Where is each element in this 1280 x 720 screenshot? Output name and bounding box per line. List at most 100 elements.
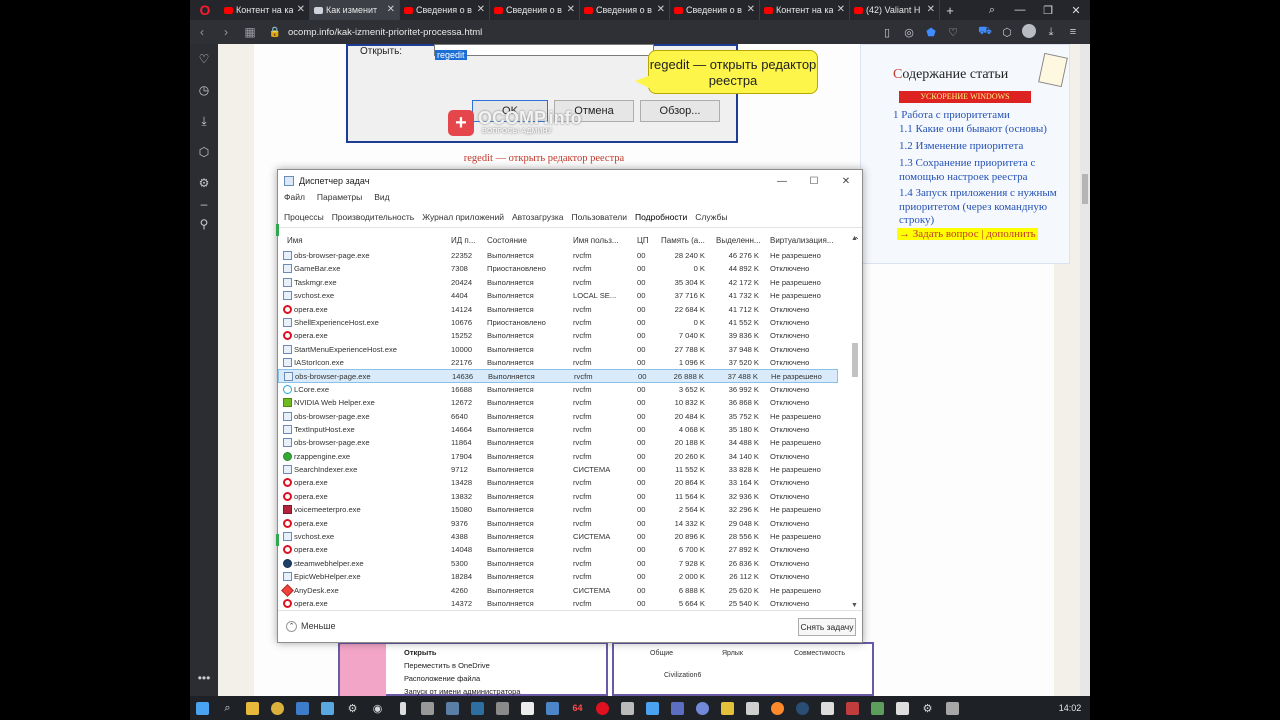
maximize-button[interactable]: ☐	[798, 176, 830, 187]
table-row[interactable]: obs-browser-page.exe 6640 Выполняется rvcfm…	[278, 410, 838, 423]
close-tab-icon[interactable]: ✕	[477, 4, 485, 15]
app-icon[interactable]	[465, 696, 490, 720]
app-icon[interactable]	[890, 696, 915, 720]
download-icon[interactable]: ⤓	[1040, 26, 1062, 39]
browser-tab[interactable]: (42) Valiant H ✕	[850, 0, 940, 20]
tab[interactable]: Журнал приложений	[422, 212, 504, 222]
ask-question-link[interactable]: → Задать вопрос | дополнить	[897, 228, 1038, 240]
back-button[interactable]: ‹	[190, 25, 214, 39]
gear-icon[interactable]: ⚙	[190, 168, 218, 199]
app-icon[interactable]	[715, 696, 740, 720]
opera-menu-icon[interactable]: O	[190, 0, 220, 20]
table-row[interactable]: obs-browser-page.exe 11864 Выполняется rvcf…	[278, 436, 838, 449]
profile-icon[interactable]	[1018, 23, 1040, 41]
toc-item-1-1[interactable]: 1.1 Какие они бывают (основы)	[899, 123, 1047, 137]
table-row[interactable]: steamwebhelper.exe 5300 Выполняется rvcfm 00…	[278, 557, 838, 570]
table-row[interactable]: GameBar.exe 7308 Приостановлено rvcfm 00 0 K 4…	[278, 262, 838, 275]
box-icon[interactable]: ⬡	[996, 26, 1018, 39]
task-manager-titlebar[interactable]: Диспетчер задач — ☐ ✕	[278, 170, 862, 192]
download-icon[interactable]: ⤓	[190, 106, 218, 137]
more-icon[interactable]: •••	[190, 663, 218, 694]
table-row[interactable]: IAStorIcon.exe 22176 Выполняется rvcfm 00 1 0…	[278, 356, 838, 369]
app-icon[interactable]	[740, 696, 765, 720]
column-header[interactable]: Память (а...	[661, 236, 705, 245]
table-row[interactable]: opera.exe 14372 Выполняется rvcfm 00 5 664 K 2…	[278, 597, 838, 609]
table-row[interactable]: opera.exe 9376 Выполняется rvcfm 00 14 332 K 2…	[278, 517, 838, 530]
table-row[interactable]: SearchIndexer.exe 9712 Выполняется СИСТЕМА 0…	[278, 463, 838, 476]
start-button[interactable]	[190, 696, 215, 720]
file-explorer-icon[interactable]	[240, 696, 265, 720]
tab[interactable]: Процессы	[284, 212, 324, 222]
app-icon[interactable]	[840, 696, 865, 720]
tab[interactable]: Службы	[695, 212, 727, 222]
table-row[interactable]: rzappengine.exe 17904 Выполняется rvcfm 00 20…	[278, 450, 838, 463]
scroll-down-icon[interactable]: ▼	[851, 602, 858, 609]
scroll-up-icon[interactable]: ▲	[851, 235, 858, 242]
table-row[interactable]: svchost.exe 4388 Выполняется СИСТЕМА 00 20 89…	[278, 530, 838, 543]
tab[interactable]: Автозагрузка	[512, 212, 564, 222]
tab[interactable]: Пользователи	[572, 212, 627, 222]
close-tab-icon[interactable]: ✕	[927, 4, 935, 15]
menu-item[interactable]: Файл	[284, 192, 305, 206]
toc-banner[interactable]: УСКОРЕНИЕ WINDOWS	[899, 91, 1031, 103]
toc-item-1-2[interactable]: 1.2 Изменение приоритета	[899, 140, 1023, 154]
app-icon[interactable]	[615, 696, 640, 720]
column-header[interactable]: ЦП	[637, 236, 649, 245]
close-window-button[interactable]: ✕	[1062, 4, 1090, 17]
table-row[interactable]: opera.exe 15252 Выполняется rvcfm 00 7 040 K 3…	[278, 329, 838, 342]
steam-icon[interactable]	[790, 696, 815, 720]
column-header[interactable]: ИД п...	[451, 236, 475, 245]
task-manager-icon[interactable]	[440, 696, 465, 720]
table-row[interactable]: opera.exe 13832 Выполняется rvcfm 00 11 564 K…	[278, 490, 838, 503]
heart-icon[interactable]: ♡	[942, 26, 964, 39]
close-button[interactable]: ✕	[830, 176, 862, 187]
close-tab-icon[interactable]: ✕	[747, 4, 755, 15]
location-pin-icon[interactable]: ⚲	[190, 209, 218, 240]
process-list-scrollbar[interactable]: ▲ ▼	[850, 233, 860, 609]
app-icon[interactable]	[290, 696, 315, 720]
minimize-button[interactable]: —	[766, 176, 798, 187]
app-icon[interactable]	[815, 696, 840, 720]
column-header[interactable]: Состояние	[487, 236, 527, 245]
app-icon[interactable]	[665, 696, 690, 720]
app-icon[interactable]	[390, 696, 415, 720]
menu-item[interactable]: Вид	[374, 192, 389, 206]
table-row[interactable]: ShellExperienceHost.exe 10676 Приостановле…	[278, 316, 838, 329]
tab[interactable]: Производительность	[332, 212, 415, 222]
minimize-button[interactable]: —	[1006, 4, 1034, 16]
table-row[interactable]: voicemeeterpro.exe 15080 Выполняется rvcfm 0…	[278, 503, 838, 516]
table-row[interactable]: opera.exe 14048 Выполняется rvcfm 00 6 700 K 2…	[278, 543, 838, 556]
history-icon[interactable]: ◷	[190, 75, 218, 106]
forward-button[interactable]: ›	[214, 25, 238, 39]
app-icon[interactable]	[940, 696, 965, 720]
table-row[interactable]: Taskmgr.exe 20424 Выполняется rvcfm 00 35 304…	[278, 276, 838, 289]
cart-icon[interactable]: ⛟	[974, 25, 996, 39]
discord-icon[interactable]	[690, 696, 715, 720]
badge-icon[interactable]: 64	[565, 696, 590, 720]
close-tab-icon[interactable]: ✕	[387, 4, 395, 15]
settings-icon[interactable]: ⚙	[340, 696, 365, 720]
table-row[interactable]: obs-browser-page.exe 22352 Выполняется rvcf…	[278, 249, 838, 262]
menu-item[interactable]: Параметры	[317, 192, 362, 206]
table-row[interactable]: StartMenuExperienceHost.exe 10000 Выполняе…	[278, 343, 838, 356]
heart-icon[interactable]: ♡	[190, 44, 218, 75]
new-tab-button[interactable]: +	[940, 3, 960, 18]
column-header[interactable]: Имя	[287, 236, 303, 245]
search-tabs-icon[interactable]: ⌕	[978, 4, 1006, 17]
table-row[interactable]: NVIDIA Web Helper.exe 12672 Выполняется rvc…	[278, 396, 838, 409]
fewer-details-button[interactable]: ⌃ Меньше	[286, 621, 336, 633]
table-row[interactable]: LCore.exe 16688 Выполняется rvcfm 00 3 652 K 3…	[278, 383, 838, 396]
scroll-thumb[interactable]	[852, 343, 858, 377]
browser-tab[interactable]: Сведения о в ✕	[400, 0, 490, 20]
opera-icon[interactable]	[590, 696, 615, 720]
browser-tab[interactable]: Как изменит ✕	[310, 0, 400, 20]
search-icon[interactable]: ⌕	[215, 696, 240, 720]
browser-tab[interactable]: Контент на ка ✕	[220, 0, 310, 20]
app-icon[interactable]	[490, 696, 515, 720]
table-row[interactable]: TextInputHost.exe 14664 Выполняется rvcfm 00…	[278, 423, 838, 436]
snapshot-icon[interactable]: ◎	[898, 26, 920, 39]
maximize-button[interactable]: ❐	[1034, 4, 1062, 17]
table-row[interactable]: obs-browser-page.exe 14636 Выполняется rvcf…	[278, 369, 838, 383]
toc-item-1[interactable]: 1 Работа с приоритетами	[893, 109, 1010, 123]
chrome-icon[interactable]	[265, 696, 290, 720]
